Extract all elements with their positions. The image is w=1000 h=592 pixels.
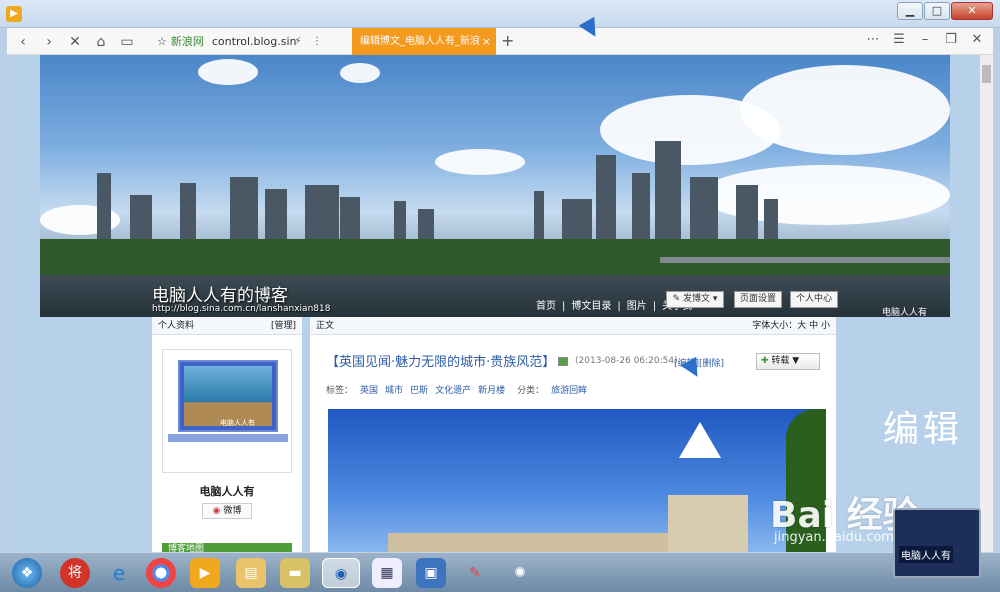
back-icon[interactable]: ‹	[13, 32, 33, 52]
tag-link[interactable]: 新月楼	[478, 386, 505, 396]
nav-sep: |	[617, 301, 621, 312]
media-player-icon[interactable]: ▶	[190, 558, 220, 588]
category-label: 分类：	[517, 386, 545, 396]
manage-link[interactable]: [管理]	[271, 317, 296, 335]
weibo-label: 微博	[223, 506, 242, 516]
tag-link[interactable]: 英国	[360, 386, 378, 396]
tag-link[interactable]: 文化遗产	[435, 386, 471, 396]
pen-icon: ✎	[672, 294, 681, 304]
content-header-label: 正文	[316, 321, 335, 331]
post-date: (2013-08-26 06:20:54)	[575, 356, 678, 366]
forward-icon[interactable]: ›	[39, 32, 59, 52]
ie-icon[interactable]: e	[104, 558, 134, 588]
profile-header: 个人资料 [管理]	[152, 317, 302, 335]
browser-task-icon[interactable]: ◉	[322, 558, 360, 588]
browser-toolbar: ‹ › ✕ ⌂ ▭ ☆ 新浪网 control.blog.sin ⚡ ⋮ 编辑博文_…	[7, 28, 993, 55]
personal-center-button[interactable]: 个人中心	[790, 291, 838, 308]
avatar[interactable]: 电脑人人有	[162, 349, 292, 473]
page-settings-button[interactable]: 页面设置	[734, 291, 782, 308]
more-icon[interactable]: ⋯	[863, 32, 883, 47]
nav-home[interactable]: 首页	[536, 301, 556, 312]
tags-row: 标签： 英国 城市 巴斯 文化遗产 新月楼 分类： 旅游回眸	[326, 383, 587, 396]
weibo-icon: ◉	[212, 506, 221, 516]
url-text[interactable]: control.blog.sin	[212, 35, 297, 48]
nav-sep: |	[652, 301, 657, 312]
scroll-thumb[interactable]	[982, 65, 991, 83]
forward-button[interactable]: ✚ 转载 ▼	[756, 353, 820, 370]
blog-map-bar[interactable]: 博客地图	[162, 543, 292, 552]
corner-laptop-text: 电脑人人有	[899, 546, 953, 563]
triangle-marker-icon	[679, 422, 721, 458]
chrome-icon[interactable]	[146, 558, 176, 588]
laptop-icon: 电脑人人有	[178, 360, 278, 432]
new-tab-button[interactable]: +	[501, 31, 514, 50]
paint-icon[interactable]: ✎	[460, 558, 490, 588]
menu-icon[interactable]: ☰	[889, 32, 909, 47]
site-label: 新浪网	[170, 35, 204, 48]
content-header: 正文 字体大小：大 中 小	[310, 317, 836, 335]
reading-icon[interactable]: ▭	[117, 32, 137, 52]
nav-post-list[interactable]: 博文目录	[571, 301, 611, 312]
forward-label: 转载	[771, 356, 790, 366]
tab-close-icon[interactable]: ×	[482, 28, 491, 55]
web-page: 电脑人人有的博客 http://blog.sina.com.cn/lanshan…	[7, 55, 993, 552]
taskbar: ❖ 将 e ▶ ▤ ▬ ◉ ▦ ▣ ✎ ✺	[0, 552, 1000, 592]
post-photo	[328, 409, 826, 552]
corner-laptop-logo: 电脑人人有	[893, 508, 981, 578]
image-icon	[558, 357, 568, 366]
tab-edit-post[interactable]: 编辑博文_电脑人人有_新浪 ×	[352, 28, 496, 55]
weibo-button[interactable]: ◉ 微博	[202, 503, 252, 519]
main-content: 正文 字体大小：大 中 小 【英国见闻·魅力无限的城市·贵族风范】 (2013-…	[310, 317, 836, 552]
page-scrollbar[interactable]	[980, 55, 993, 552]
baidu-url: jingyan.baidu.com	[774, 530, 894, 545]
star-icon[interactable]: ☆	[157, 35, 167, 48]
minimize-icon[interactable]: –	[915, 32, 935, 47]
maximize-button[interactable]: □	[924, 2, 950, 20]
nav-sep: |	[562, 301, 566, 312]
restore-icon[interactable]: ❐	[941, 32, 961, 47]
tags-label: 标签：	[326, 386, 354, 396]
tag-link[interactable]: 城市	[385, 386, 403, 396]
screen-app-icon[interactable]: ▣	[416, 558, 446, 588]
folder-icon[interactable]: ▤	[236, 558, 266, 588]
font-size-control[interactable]: 字体大小：大 中 小	[752, 317, 830, 335]
bridge	[660, 257, 950, 287]
app-icon: ▶	[6, 6, 22, 22]
tab-title: 编辑博文_电脑人人有_新浪	[360, 36, 480, 47]
document-icon[interactable]: ▦	[372, 558, 402, 588]
post-title[interactable]: 【英国见闻·魅力无限的城市·贵族风范】	[326, 351, 555, 370]
notes-icon[interactable]: ▬	[280, 558, 310, 588]
stop-icon[interactable]: ✕	[65, 32, 85, 52]
post-button-label: 发博文	[683, 294, 711, 304]
post-button[interactable]: ✎ 发博文 ▾	[666, 291, 724, 308]
close-window-button[interactable]: ✕	[951, 2, 993, 20]
sidebar-profile: 个人资料 [管理] 电脑人人有 电脑人人有 ◉ 微博 博客地图	[152, 317, 302, 552]
profile-header-label: 个人资料	[158, 321, 195, 331]
category-link[interactable]: 旅游回眸	[551, 386, 587, 396]
blog-url[interactable]: http://blog.sina.com.cn/lanshanxian818	[152, 304, 330, 314]
lightning-icon[interactable]: ⚡	[288, 32, 308, 52]
tag-link[interactable]: 巴斯	[410, 386, 428, 396]
home-icon[interactable]: ⌂	[91, 32, 111, 52]
blog-banner: 电脑人人有的博客 http://blog.sina.com.cn/lanshan…	[40, 55, 950, 317]
app-red-icon[interactable]: 将	[60, 558, 90, 588]
profile-name[interactable]: 电脑人人有	[152, 483, 302, 499]
window-titlebar: ▶ ▁ □ ✕	[0, 0, 1000, 28]
blog-title[interactable]: 电脑人人有的博客	[152, 281, 288, 306]
close-icon[interactable]: ✕	[967, 32, 987, 47]
edit-overlay-text: 编辑	[883, 409, 964, 450]
start-icon[interactable]: ❖	[12, 558, 42, 588]
banner-watermark: 电脑人人有	[882, 308, 928, 317]
avatar-caption: 电脑人人有	[220, 419, 255, 427]
plus-icon: ✚	[761, 356, 769, 366]
minimize-button[interactable]: ▁	[897, 2, 923, 20]
apps-icon[interactable]: ⋮	[307, 32, 327, 52]
nav-photos[interactable]: 图片	[627, 301, 647, 312]
settings-app-icon[interactable]: ✺	[505, 558, 535, 588]
